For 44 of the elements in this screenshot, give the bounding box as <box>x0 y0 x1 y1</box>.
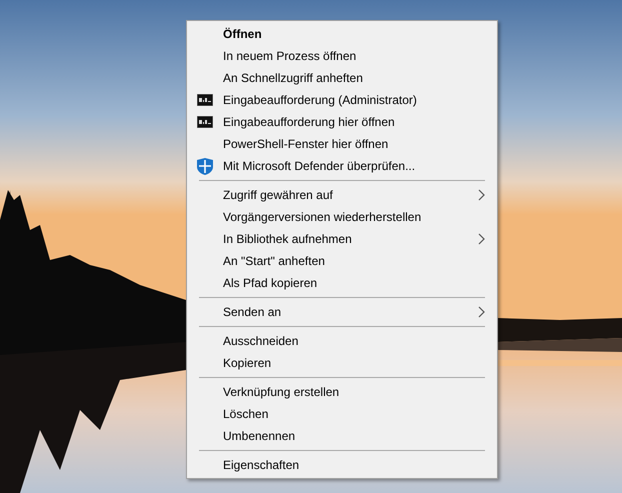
menu-item-label: An "Start" anheften <box>223 253 325 270</box>
menu-item-label: Eigenschaften <box>223 457 300 474</box>
shield-icon <box>197 158 213 174</box>
menu-item-label: An Schnellzugriff anheften <box>223 70 363 87</box>
chevron-right-icon <box>478 189 485 201</box>
menu-item-label: Verknüpfung erstellen <box>223 384 340 401</box>
menu-item[interactable]: Senden an <box>187 301 497 323</box>
menu-item[interactable]: An "Start" anheften <box>187 250 497 272</box>
menu-item-label: Als Pfad kopieren <box>223 275 318 292</box>
menu-item[interactable]: Vorgängerversionen wiederherstellen <box>187 206 497 228</box>
menu-item-label: Senden an <box>223 304 282 321</box>
menu-item-label: Vorgängerversionen wiederherstellen <box>223 209 422 226</box>
menu-item[interactable]: An Schnellzugriff anheften <box>187 67 497 89</box>
menu-item[interactable]: Zugriff gewähren auf <box>187 184 497 206</box>
menu-item-label: Zugriff gewähren auf <box>223 187 333 204</box>
menu-item-label: Mit Microsoft Defender überprüfen... <box>223 158 416 175</box>
menu-item-label: PowerShell-Fenster hier öffnen <box>223 136 388 153</box>
menu-item-label: Löschen <box>223 406 268 423</box>
chevron-right-icon <box>478 233 485 245</box>
menu-item[interactable]: Eigenschaften <box>187 454 497 476</box>
chevron-right-icon <box>478 306 485 318</box>
menu-item-label: In neuem Prozess öffnen <box>223 48 356 65</box>
menu-item-label: Umbenennen <box>223 428 296 445</box>
menu-item-label: Kopieren <box>223 355 272 372</box>
menu-item-label: Eingabeaufforderung (Administrator) <box>223 92 417 109</box>
menu-item[interactable]: Eingabeaufforderung (Administrator) <box>187 89 497 111</box>
menu-item[interactable]: PowerShell-Fenster hier öffnen <box>187 133 497 155</box>
menu-item[interactable]: In Bibliothek aufnehmen <box>187 228 497 250</box>
menu-item-label: Eingabeaufforderung hier öffnen <box>223 114 395 131</box>
menu-item[interactable]: Kopieren <box>187 352 497 374</box>
menu-item[interactable]: Löschen <box>187 403 497 425</box>
menu-item[interactable]: Eingabeaufforderung hier öffnen <box>187 111 497 133</box>
menu-item-label: Öffnen <box>223 26 262 43</box>
menu-item[interactable]: Als Pfad kopieren <box>187 272 497 294</box>
console-icon <box>197 116 213 128</box>
menu-item[interactable]: Mit Microsoft Defender überprüfen... <box>187 155 497 177</box>
menu-item[interactable]: Verknüpfung erstellen <box>187 381 497 403</box>
menu-item[interactable]: Umbenennen <box>187 425 497 447</box>
console-icon <box>197 94 213 106</box>
menu-item[interactable]: Öffnen <box>187 23 497 45</box>
menu-item-label: In Bibliothek aufnehmen <box>223 231 352 248</box>
menu-item[interactable]: In neuem Prozess öffnen <box>187 45 497 67</box>
menu-item-label: Ausschneiden <box>223 333 298 350</box>
menu-item[interactable]: Ausschneiden <box>187 330 497 352</box>
